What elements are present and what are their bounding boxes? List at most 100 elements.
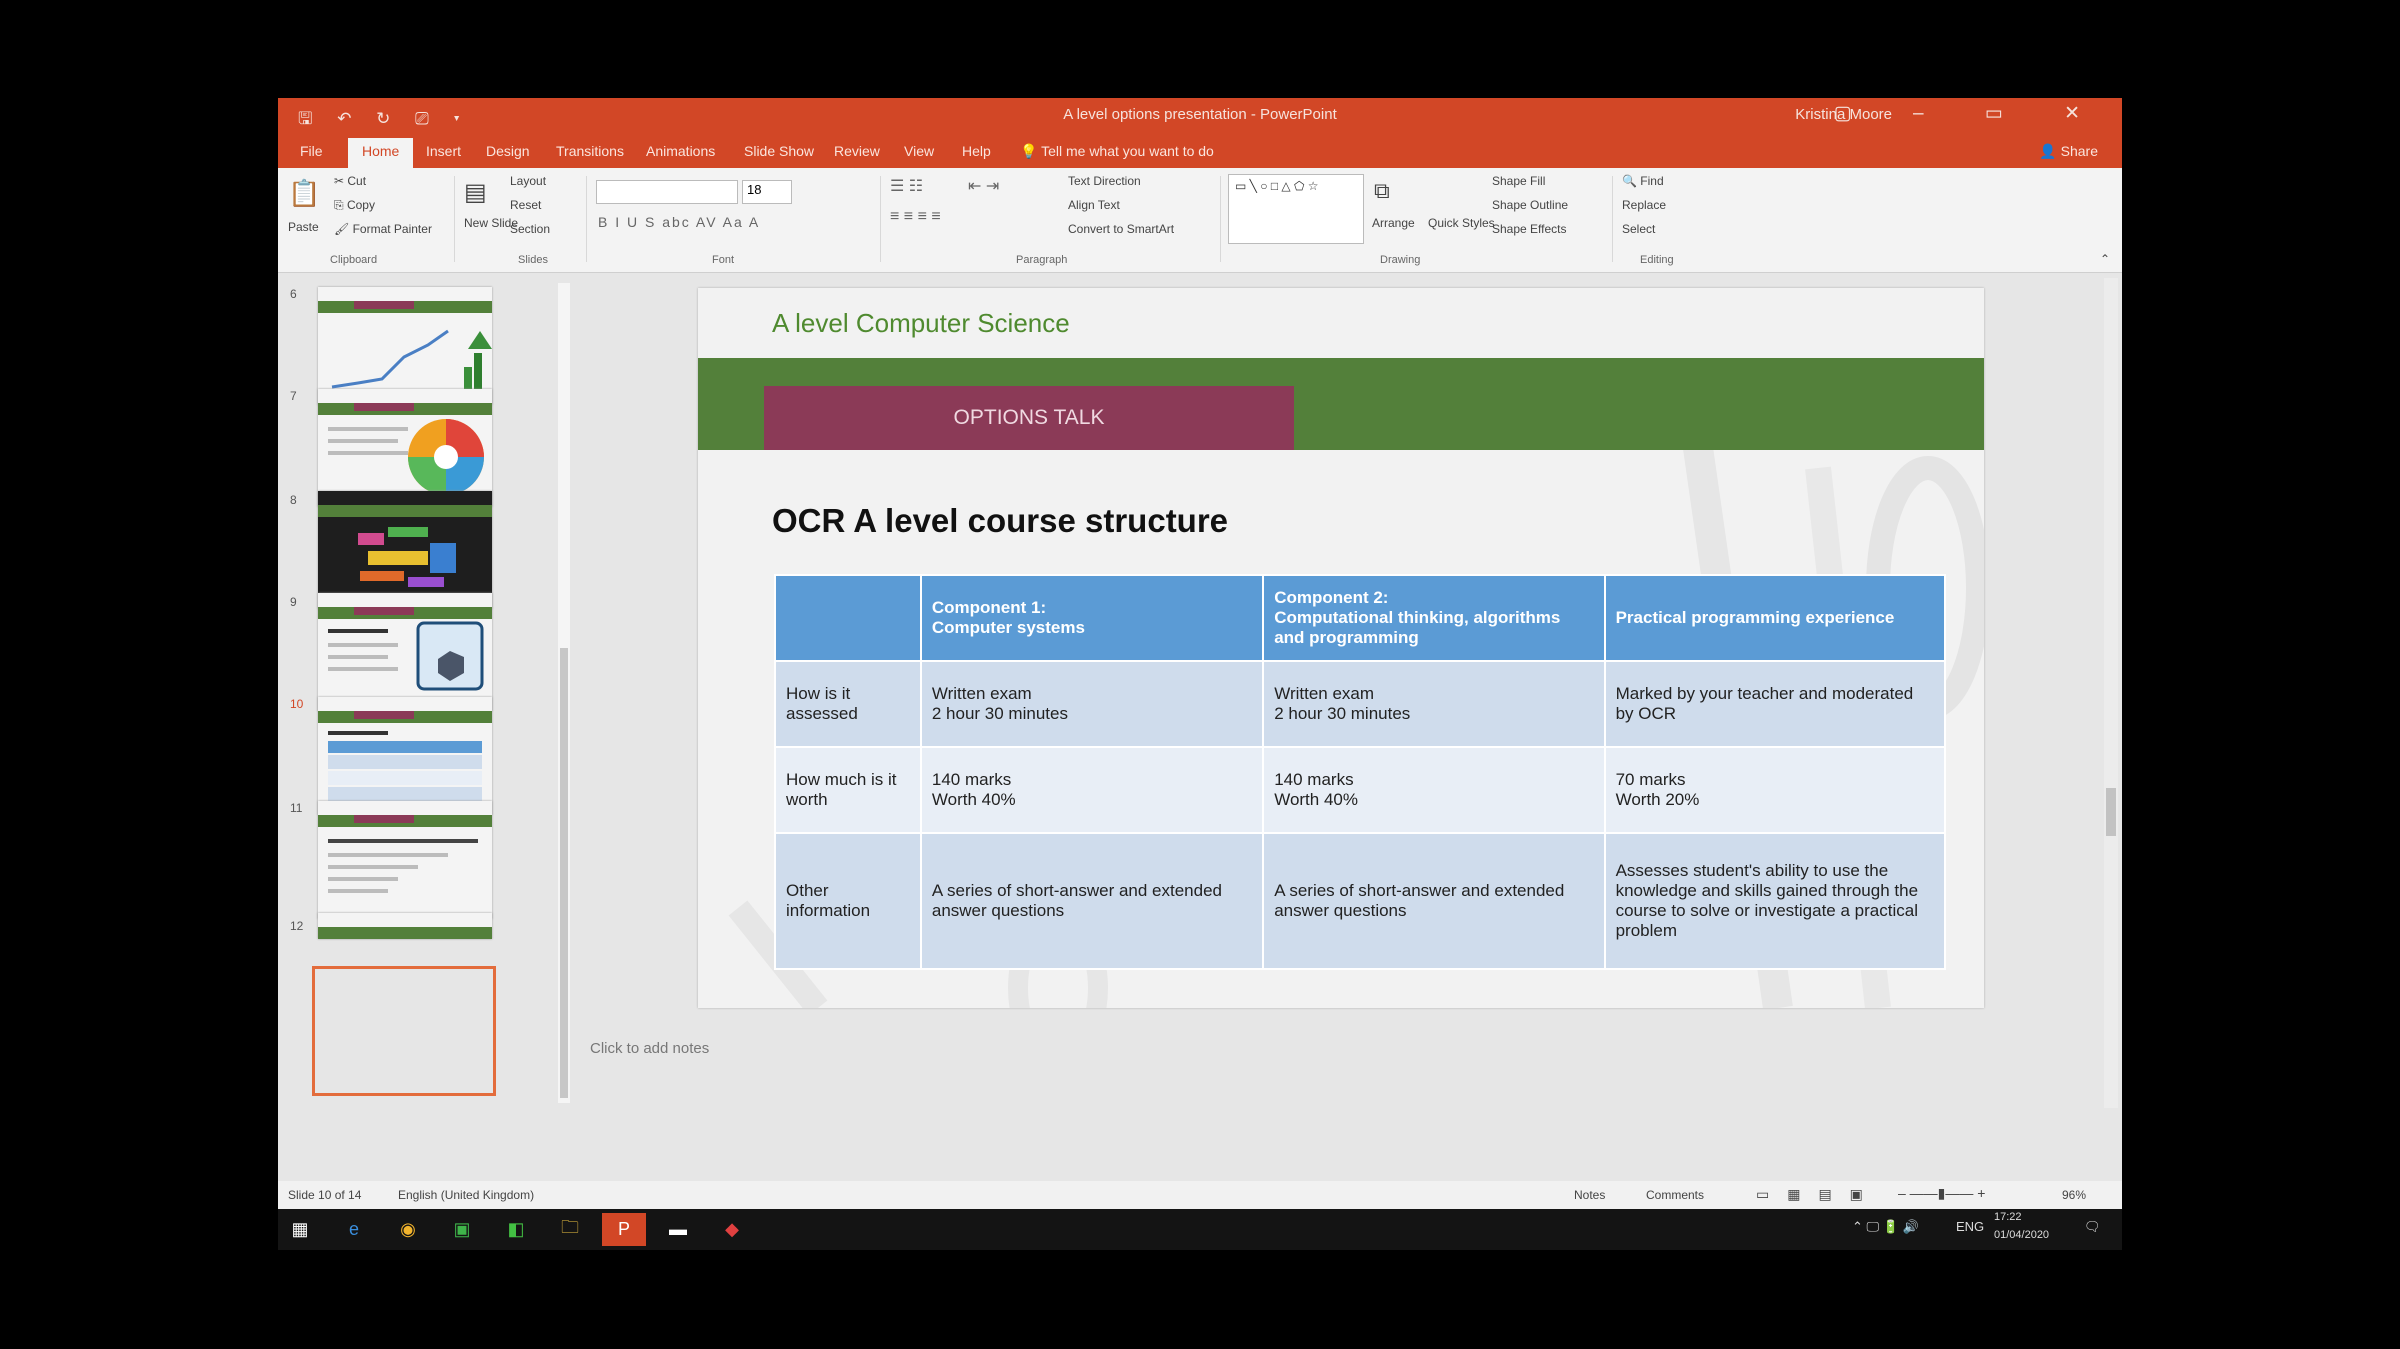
align-icon[interactable]: ≡ ≡ ≡ ≡ [890, 208, 941, 226]
clock-date[interactable]: 01/04/2020 [1994, 1229, 2049, 1241]
shapes-gallery[interactable]: ▭ ╲ ○ □ △ ⬠ ☆ [1228, 174, 1364, 244]
table-cell[interactable]: A series of short-answer and extended an… [919, 832, 1265, 970]
table-header-cell[interactable]: Practical programming experience [1603, 574, 1947, 662]
windows-start-icon[interactable]: ▦ [278, 1213, 322, 1246]
notifications-icon[interactable]: 🗨 [2084, 1219, 2101, 1235]
slide-canvas[interactable]: A level Computer Science OPTIONS TALK OC… [698, 288, 1984, 1008]
table-header-cell[interactable] [774, 574, 922, 662]
copy-button[interactable]: ⎘ Copy [334, 198, 375, 213]
shape-fill-button[interactable]: Shape Fill [1492, 174, 1545, 188]
thumb-table-row [328, 755, 482, 769]
table-cell[interactable]: A series of short-answer and extended an… [1262, 832, 1606, 970]
zoom-slider[interactable]: – ——▮—— + [1898, 1185, 1985, 1202]
arrange-button[interactable]: Arrange [1372, 216, 1415, 230]
slide-scrollbar[interactable] [2104, 278, 2118, 1108]
app-icon[interactable]: ▣ [440, 1213, 484, 1246]
slide-scroll-thumb[interactable] [2106, 788, 2116, 836]
edge-icon[interactable]: e [332, 1213, 376, 1246]
copy-icon: ⎘ [334, 198, 347, 212]
app-icon[interactable]: ◆ [710, 1213, 754, 1246]
slide-thumbnail[interactable] [318, 491, 492, 609]
table-cell[interactable]: How much is it worth [774, 746, 922, 834]
clock-time[interactable]: 17:22 [1994, 1211, 2022, 1223]
course-structure-table[interactable]: Component 1: Computer systems Component 2… [774, 574, 1947, 970]
bullets-icon[interactable]: ☰ ☷ [890, 176, 923, 196]
text-direction-button[interactable]: Text Direction [1068, 174, 1141, 188]
table-header-cell[interactable]: Component 2: Computational thinking, algo… [1262, 574, 1606, 662]
table-cell[interactable]: Other information [774, 832, 922, 970]
folder-icon[interactable]: 🗀 [548, 1213, 592, 1246]
app-icon[interactable]: ▬ [656, 1213, 700, 1246]
slide-heading[interactable]: OCR A level course structure [772, 502, 1228, 540]
zoom-level[interactable]: 96% [2062, 1188, 2086, 1202]
tab-insert[interactable]: Insert [426, 143, 461, 159]
find-button[interactable]: 🔍 Find [1622, 174, 1664, 188]
indent-icon[interactable]: ⇤ ⇥ [968, 176, 999, 196]
tell-me-box[interactable]: 💡 Tell me what you want to do [1020, 143, 1214, 160]
table-cell[interactable]: How is it assessed [774, 660, 922, 748]
tab-home[interactable]: Home [348, 138, 414, 168]
thumb-text-line [328, 889, 388, 893]
quick-styles-button[interactable]: Quick Styles [1428, 216, 1495, 230]
table-cell[interactable]: 70 marks Worth 20% [1603, 746, 1947, 834]
format-painter-button[interactable]: 🖌 Format Painter [334, 222, 432, 236]
slide-thumbnail[interactable] [318, 913, 492, 939]
comments-button[interactable]: Comments [1646, 1188, 1704, 1202]
collapse-ribbon-icon[interactable]: ⌃ [2100, 252, 2110, 266]
notes-pane[interactable]: Click to add notes [590, 1040, 709, 1057]
cut-button[interactable]: ✂ Cut [334, 174, 366, 188]
shape-outline-button[interactable]: Shape Outline [1492, 198, 1568, 212]
layout-button[interactable]: Layout [510, 174, 546, 188]
font-size-box[interactable]: 18 [742, 180, 792, 204]
table-cell[interactable]: 140 marks Worth 40% [1262, 746, 1606, 834]
status-bar: Slide 10 of 14 English (United Kingdom) … [278, 1181, 2122, 1209]
replace-button[interactable]: Replace [1622, 198, 1666, 212]
table-cell[interactable]: Written exam 2 hour 30 minutes [919, 660, 1265, 748]
convert-smartart-button[interactable]: Convert to SmartArt [1068, 222, 1174, 236]
table-header-cell[interactable]: Component 1: Computer systems [919, 574, 1265, 662]
slide-thumbnail[interactable] [318, 389, 492, 507]
chrome-icon[interactable]: ◉ [386, 1213, 430, 1246]
paste-button[interactable]: Paste [288, 220, 319, 234]
system-tray-icons[interactable]: ⌃ 🖵 🔋 🔊 [1852, 1219, 1919, 1235]
group-divider [454, 176, 455, 262]
slide-thumbnail[interactable] [318, 593, 492, 711]
tab-view[interactable]: View [904, 143, 934, 159]
align-text-button[interactable]: Align Text [1068, 198, 1120, 212]
language-indicator[interactable]: English (United Kingdom) [398, 1188, 534, 1202]
app-icon[interactable]: ◧ [494, 1213, 538, 1246]
thumb-text-line [328, 731, 388, 735]
slide-thumbnail-selected[interactable] [318, 697, 492, 815]
font-name-box[interactable] [596, 180, 738, 204]
options-talk-tag[interactable]: OPTIONS TALK [764, 386, 1294, 450]
tab-review[interactable]: Review [834, 143, 880, 159]
powerpoint-icon[interactable]: P [602, 1213, 646, 1246]
tab-design[interactable]: Design [486, 143, 530, 159]
shape-effects-button[interactable]: Shape Effects [1492, 222, 1567, 236]
table-cell[interactable]: Assesses student's ability to use the kn… [1603, 832, 1947, 970]
slide-thumbnail[interactable] [318, 801, 492, 919]
table-cell[interactable]: 140 marks Worth 40% [919, 746, 1265, 834]
notes-button[interactable]: Notes [1574, 1188, 1605, 1202]
table-cell[interactable]: Marked by your teacher and moderated by … [1603, 660, 1947, 748]
tab-transitions[interactable]: Transitions [556, 143, 624, 159]
slide-subtitle[interactable]: A level Computer Science [772, 308, 1070, 339]
view-buttons-icon[interactable]: ▭▦▤▣ [1756, 1186, 1881, 1203]
slide-thumbnail[interactable] [318, 287, 492, 405]
group-divider [1612, 176, 1613, 262]
table-row: How much is it worth 140 marks Worth 40% … [774, 746, 1947, 834]
reset-button[interactable]: Reset [510, 198, 541, 212]
header-line: Component 1: [931, 598, 1047, 617]
language-tray[interactable]: ENG [1956, 1219, 1984, 1234]
tab-file[interactable]: File [300, 143, 323, 159]
table-cell[interactable]: Written exam 2 hour 30 minutes [1262, 660, 1606, 748]
share-button[interactable]: 👤 Share [2039, 143, 2098, 160]
window-controls[interactable]: ▢ – ▭ ✕ [1834, 102, 2108, 125]
font-format-buttons[interactable]: B I U S abc AV Aa A [598, 214, 760, 230]
tab-help[interactable]: Help [962, 143, 991, 159]
thumbnail-scroll-thumb[interactable] [560, 648, 568, 1098]
section-button[interactable]: Section [510, 222, 550, 236]
tab-animations[interactable]: Animations [646, 143, 715, 159]
select-button[interactable]: Select [1622, 222, 1655, 236]
tab-slide-show[interactable]: Slide Show [744, 143, 814, 159]
